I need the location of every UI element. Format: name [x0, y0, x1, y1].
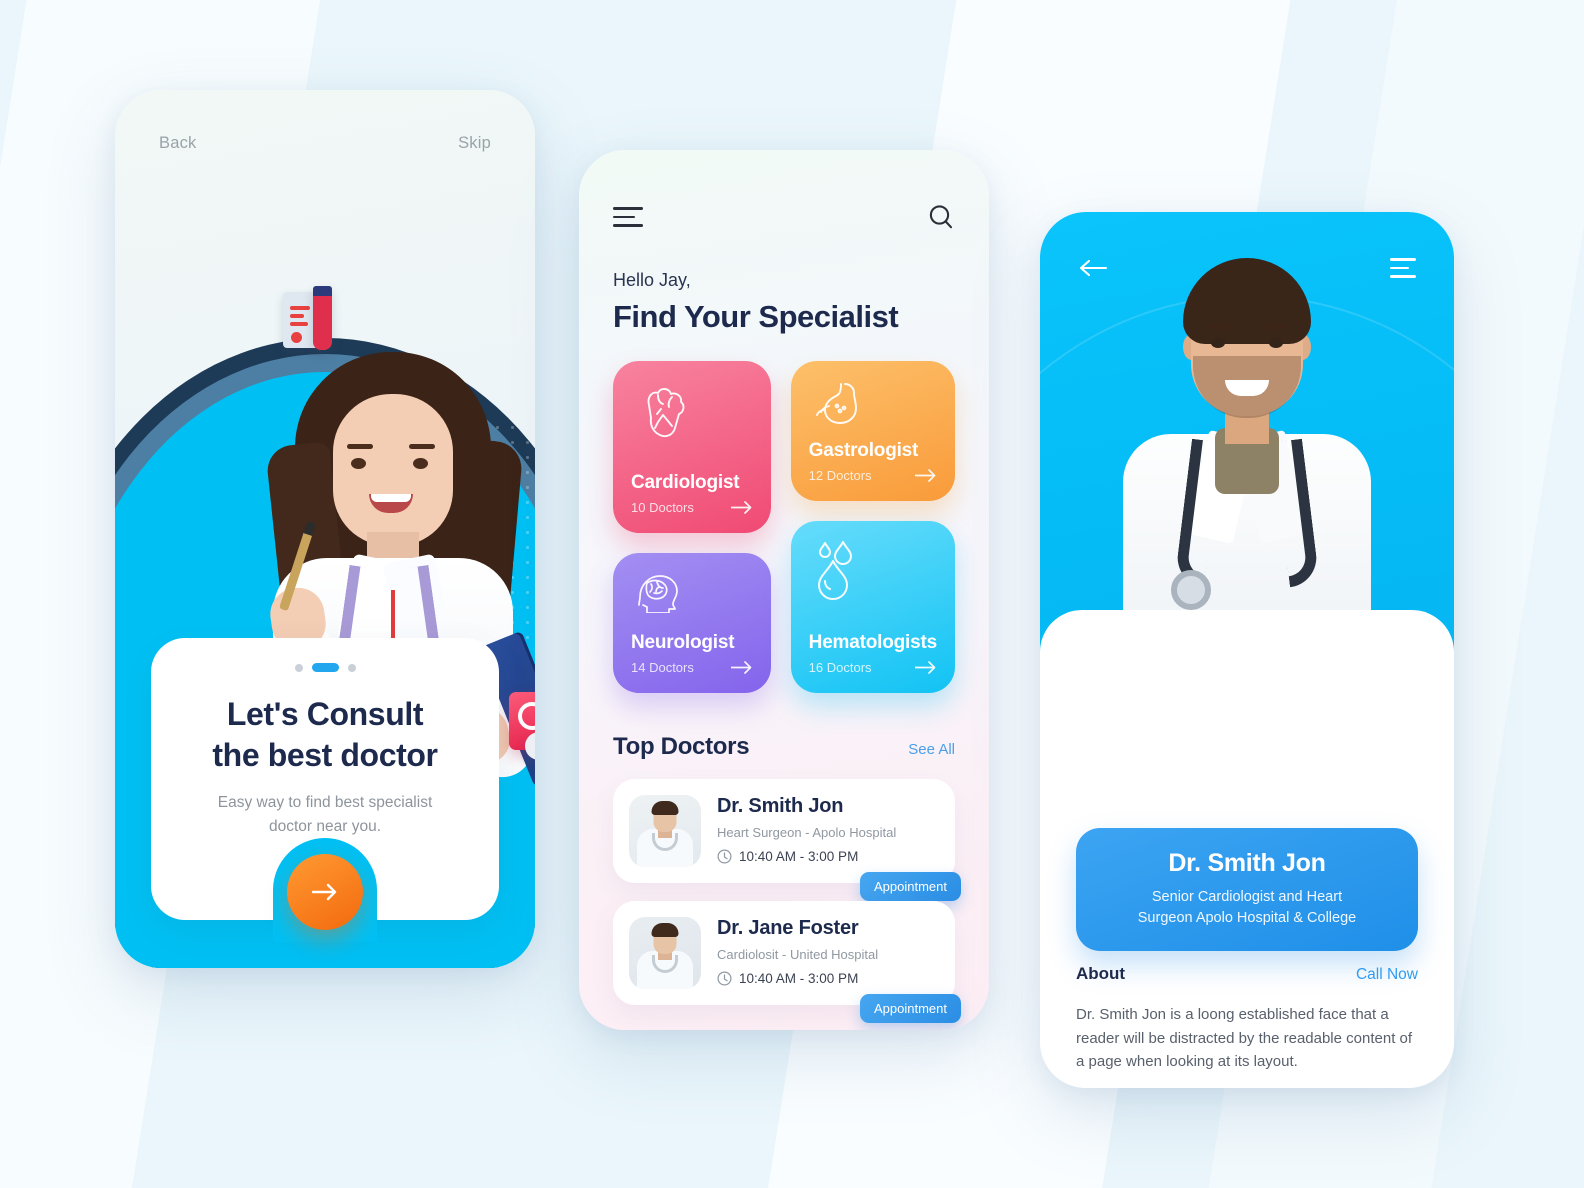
specialty-count: 12 Doctors — [808, 468, 872, 483]
next-button[interactable] — [287, 854, 363, 930]
onboarding-subtitle: Easy way to find best specialist doctor … — [151, 791, 499, 838]
onboarding-title-line2: the best doctor — [212, 736, 438, 773]
arrow-right-icon — [311, 883, 337, 901]
about-heading: About — [1076, 964, 1126, 983]
doctor-name: Dr. Smith Jon — [717, 795, 844, 817]
specialty-name: Hematologists — [808, 632, 938, 653]
specialty-card-hematologists[interactable]: Hematologists 16 Doctors — [790, 521, 955, 693]
specialty-count: 10 Doctors — [631, 500, 694, 515]
doctor-role-line2: Surgeon Apolo Hospital & College — [1137, 910, 1357, 927]
doctor-specialty: Heart Surgeon - Apolo Hospital — [717, 825, 897, 840]
specialty-card-gastrologist[interactable]: Gastrologist 12 Doctors — [790, 361, 955, 501]
hamburger-menu-icon[interactable] — [613, 207, 643, 227]
specialties-grid: Cardiologist 10 Doctors Gastrologist 12 … — [613, 361, 955, 693]
back-button[interactable]: Back — [159, 134, 196, 153]
doctor-hours: 10:40 AM - 3:00 PM — [739, 971, 859, 986]
onboarding-title: Let's Consult the best doctor — [151, 694, 499, 775]
male-doctor-illustration — [1097, 258, 1397, 664]
profile-topbar — [1040, 258, 1454, 278]
specialty-count: 14 Doctors — [631, 660, 694, 675]
see-all-link[interactable]: See All — [908, 741, 955, 758]
clock-icon — [717, 849, 732, 864]
arrow-right-icon — [915, 469, 936, 482]
doctor-hours: 10:40 AM - 3:00 PM — [739, 849, 859, 864]
onboarding-title-line1: Let's Consult — [226, 696, 424, 732]
doctor-name: Dr. Smith Jon — [1168, 849, 1326, 877]
specialty-name: Neurologist — [631, 632, 735, 653]
stomach-icon — [815, 383, 857, 424]
onboarding-subtitle-line1: Easy way to find best specialist — [217, 794, 433, 812]
doctor-name: Dr. Jane Foster — [717, 917, 859, 939]
clock-icon — [717, 971, 732, 986]
about-header: About Call Now — [1076, 964, 1418, 984]
specialty-name: Cardiologist — [631, 472, 740, 493]
arrow-right-icon — [915, 661, 936, 674]
about-text: Dr. Smith Jon is a loong established fac… — [1076, 1006, 1413, 1071]
arrow-right-icon — [730, 501, 752, 514]
blood-tube-icon — [313, 286, 332, 350]
specialty-name: Gastrologist — [808, 440, 919, 461]
specialty-count: 16 Doctors — [808, 660, 872, 675]
call-now-link[interactable]: Call Now — [1356, 966, 1418, 984]
doctor-role: Senior Cardiologist and Heart Surgeon Ap… — [1094, 887, 1400, 929]
pagination-dots[interactable] — [151, 638, 499, 672]
search-icon[interactable] — [927, 203, 955, 231]
brain-head-icon — [638, 575, 678, 613]
pager-dot-1[interactable] — [294, 663, 303, 672]
hamburger-menu-icon[interactable] — [1390, 258, 1416, 278]
arrow-left-icon[interactable] — [1078, 258, 1108, 278]
onboarding-subtitle-line2: doctor near you. — [268, 817, 381, 835]
doctor-avatar — [629, 795, 701, 867]
appointment-button[interactable]: Appointment — [860, 872, 961, 901]
doctor-hours-row: 10:40 AM - 3:00 PM — [717, 849, 939, 864]
doctor-specialty: Cardiolosit - United Hospital — [717, 947, 879, 962]
specialty-card-neurologist[interactable]: Neurologist 14 Doctors — [613, 553, 771, 693]
top-doctors-title: Top Doctors — [613, 733, 750, 760]
doctor-profile-screen: Dr. Smith Jon Senior Cardiologist and He… — [1040, 212, 1454, 1088]
pill-box-icon — [505, 692, 535, 768]
doctor-list-item[interactable]: Dr. Jane Foster Cardiolosit - United Hos… — [613, 901, 961, 1023]
doctor-role-line1: Senior Cardiologist and Heart — [1151, 889, 1343, 905]
lab-report-icon — [283, 286, 345, 352]
specialty-card-cardiologist[interactable]: Cardiologist 10 Doctors — [613, 361, 771, 533]
arrow-right-icon — [730, 661, 752, 674]
doctor-hours-row: 10:40 AM - 3:00 PM — [717, 971, 939, 986]
pager-dot-3[interactable] — [347, 663, 356, 672]
greeting-text: Hello Jay, — [613, 270, 691, 290]
heart-anatomy-icon — [647, 388, 685, 438]
doctor-avatar — [629, 917, 701, 989]
doctor-list-item[interactable]: Dr. Smith Jon Heart Surgeon - Apolo Hosp… — [613, 779, 961, 901]
appointment-button[interactable]: Appointment — [860, 994, 961, 1023]
home-screen: Hello Jay, Find Your Specialist Cardiolo… — [579, 150, 989, 1030]
top-doctors-header: Top Doctors See All — [613, 733, 955, 761]
blood-drop-icon — [817, 541, 852, 600]
onboarding-topbar: Back Skip — [115, 134, 535, 153]
skip-button[interactable]: Skip — [458, 134, 491, 153]
onboarding-screen: Back Skip Let's Consult the best doctor … — [115, 90, 535, 968]
page-title: Find Your Specialist — [613, 299, 899, 334]
doctor-name-card: Dr. Smith Jon Senior Cardiologist and He… — [1076, 828, 1418, 952]
pager-dot-2-active[interactable] — [311, 663, 339, 672]
home-topbar — [613, 150, 955, 231]
